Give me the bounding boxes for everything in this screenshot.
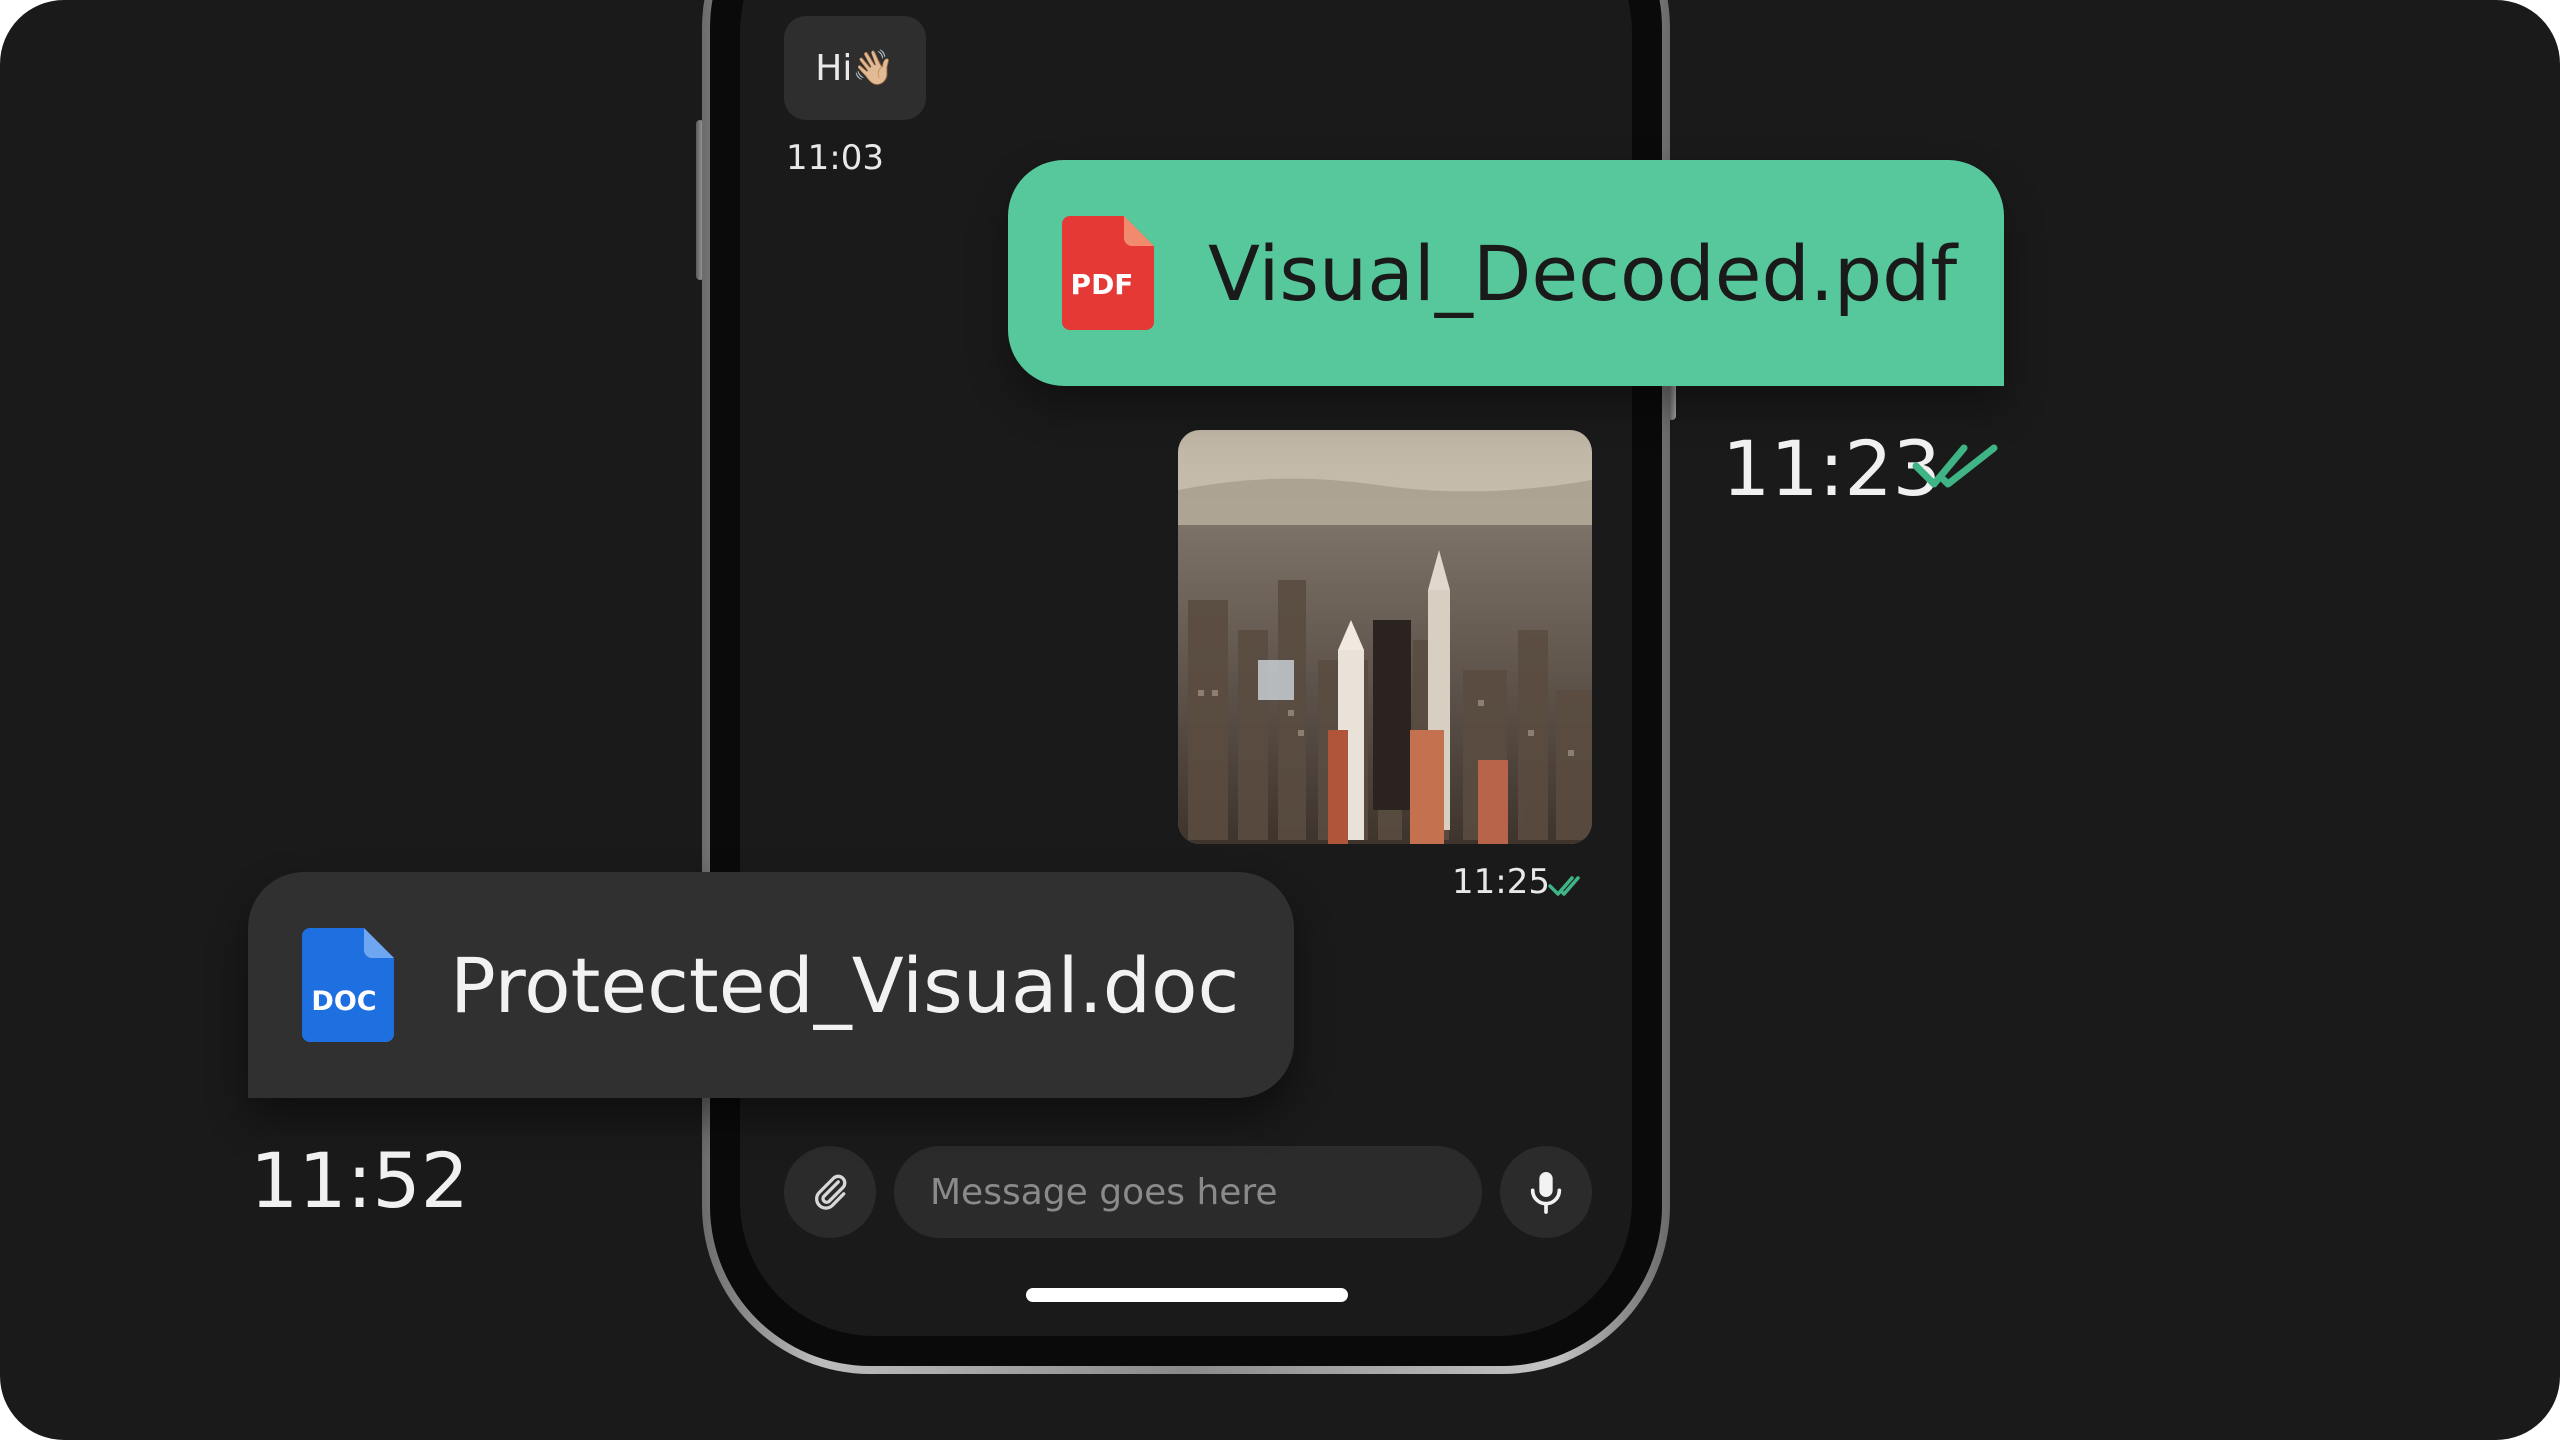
doc-file-message[interactable]: DOC Protected_Visual.doc [248, 872, 1294, 1098]
double-check-icon [1548, 876, 1580, 896]
message-timestamp: 11:03 [786, 138, 884, 178]
photo-timestamp: 11:25 [1452, 862, 1550, 902]
home-indicator [1026, 1288, 1348, 1302]
waving-hand-emoji: 👋🏼 [852, 48, 895, 88]
pdf-file-icon: PDF [1062, 216, 1154, 330]
background-canvas: Hi 👋🏼 11:03 11:25 Message goes here PDF … [0, 0, 2560, 1440]
doc-timestamp: 11:52 [250, 1136, 470, 1225]
doc-file-icon: DOC [302, 928, 394, 1042]
message-text: Hi [815, 47, 853, 89]
pdf-file-message[interactable]: PDF Visual_Decoded.pdf [1008, 160, 2004, 386]
pdf-badge: PDF [1071, 268, 1134, 301]
incoming-message-bubble[interactable]: Hi 👋🏼 [784, 16, 926, 120]
attach-button[interactable] [784, 1146, 876, 1238]
doc-badge: DOC [311, 986, 376, 1017]
city-photo [1178, 430, 1592, 844]
voice-message-button[interactable] [1500, 1146, 1592, 1238]
double-check-icon [1912, 444, 1998, 488]
pdf-file-name: Visual_Decoded.pdf [1208, 228, 1958, 318]
paperclip-icon [815, 1174, 847, 1210]
doc-file-name: Protected_Visual.doc [450, 940, 1240, 1030]
image-message[interactable] [1178, 430, 1592, 844]
message-input[interactable] [894, 1146, 1482, 1238]
pdf-timestamp: 11:23 [1722, 424, 1942, 513]
microphone-icon [1530, 1172, 1562, 1214]
